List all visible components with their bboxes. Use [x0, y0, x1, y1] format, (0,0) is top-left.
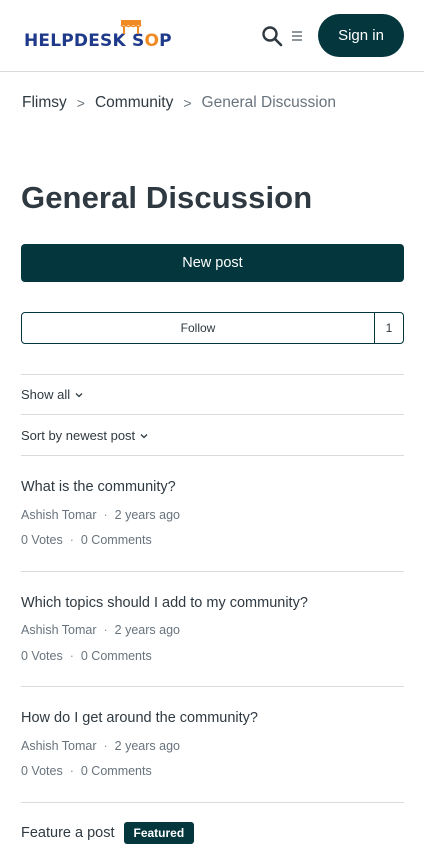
post-time: 2 years ago	[114, 508, 180, 522]
post-meta: Ashish Tomar · 2 years ago	[21, 623, 180, 637]
follow-button[interactable]: Follow	[22, 313, 375, 343]
meta-dot: ·	[69, 764, 74, 778]
divider	[21, 802, 404, 803]
post-comments: 0 Comments	[80, 533, 152, 547]
post-stats: 0 Votes · 0 Comments	[21, 764, 152, 778]
post-stats: 0 Votes · 0 Comments	[21, 533, 152, 547]
shop-awning-icon	[120, 20, 142, 34]
new-post-button[interactable]: New post	[21, 244, 404, 282]
meta-dot: ·	[103, 739, 108, 753]
divider	[21, 414, 404, 415]
sort-label: Sort by newest post	[21, 428, 136, 443]
logo-text-part: HELPDESK S	[24, 31, 145, 51]
hamburger-menu-icon	[292, 31, 302, 41]
logo-text-o: O	[144, 31, 160, 51]
site-header: HELPDESK SOP Sign in	[0, 0, 424, 72]
divider	[21, 374, 404, 375]
post-title-link[interactable]: What is the community?	[21, 479, 176, 495]
breadcrumb-link-community[interactable]: Community	[95, 94, 173, 112]
show-all-label: Show all	[21, 387, 71, 402]
post-time: 2 years ago	[114, 623, 180, 637]
meta-dot: ·	[69, 649, 74, 663]
post-time: 2 years ago	[114, 739, 180, 753]
sign-in-button[interactable]: Sign in	[318, 14, 404, 57]
search-button[interactable]	[261, 25, 283, 47]
page-title: General Discussion	[21, 180, 313, 215]
menu-button[interactable]	[290, 27, 304, 45]
post-author: Ashish Tomar	[21, 739, 97, 753]
post-title-link[interactable]: How do I get around the community?	[21, 710, 258, 726]
post-author: Ashish Tomar	[21, 508, 97, 522]
post-title-link[interactable]: Which topics should I add to my communit…	[21, 595, 308, 611]
meta-dot: ·	[69, 533, 74, 547]
divider	[21, 686, 404, 687]
show-all-dropdown[interactable]: Show all	[21, 387, 83, 402]
breadcrumb-link-flimsy[interactable]: Flimsy	[22, 94, 67, 112]
helpdesk-shop-logo[interactable]: HELPDESK SOP	[24, 18, 174, 52]
breadcrumb: Flimsy > Community > General Discussion	[22, 94, 336, 112]
divider	[21, 571, 404, 572]
breadcrumb-separator: >	[183, 95, 192, 111]
featured-badge: Featured	[123, 822, 195, 844]
post-comments: 0 Comments	[80, 649, 152, 663]
post-title-link[interactable]: Feature a post	[21, 825, 115, 841]
post-votes: 0 Votes	[21, 649, 63, 663]
post-row-featured: Feature a post Featured	[21, 822, 195, 844]
chevron-down-icon	[75, 392, 83, 397]
divider	[21, 455, 404, 456]
sort-dropdown[interactable]: Sort by newest post	[21, 428, 148, 443]
follow-control: Follow 1	[21, 312, 404, 344]
breadcrumb-current: General Discussion	[201, 94, 336, 111]
follower-count: 1	[385, 321, 393, 335]
post-meta: Ashish Tomar · 2 years ago	[21, 508, 180, 522]
post-votes: 0 Votes	[21, 533, 63, 547]
meta-dot: ·	[103, 623, 108, 637]
chevron-down-icon	[140, 433, 148, 438]
post-author: Ashish Tomar	[21, 623, 97, 637]
breadcrumb-separator: >	[76, 95, 85, 111]
post-stats: 0 Votes · 0 Comments	[21, 649, 152, 663]
logo-text-part: P	[159, 31, 172, 51]
post-comments: 0 Comments	[80, 764, 152, 778]
search-icon	[262, 26, 283, 47]
post-votes: 0 Votes	[21, 764, 63, 778]
meta-dot: ·	[103, 508, 108, 522]
post-meta: Ashish Tomar · 2 years ago	[21, 739, 180, 753]
